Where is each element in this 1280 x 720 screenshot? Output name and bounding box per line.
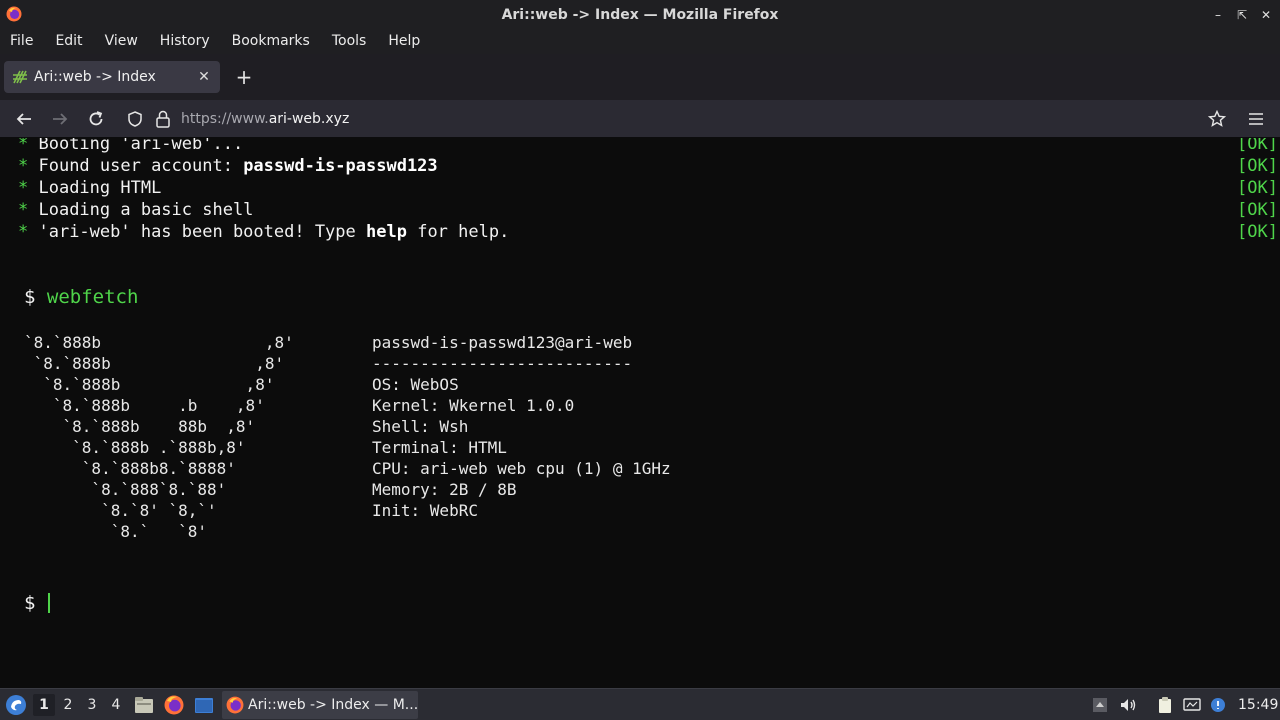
updates-icon[interactable] [1208, 694, 1228, 716]
url-bar[interactable]: https://www.ari-web.xyz [120, 104, 1240, 134]
command-line: $ webfetch [24, 284, 138, 310]
workspace-1[interactable]: 1 [33, 694, 55, 716]
tab-strip: Ari::web -> Index ✕ + [0, 54, 1280, 100]
volume-icon[interactable] [1118, 694, 1138, 716]
app-menu-button[interactable] [1244, 107, 1268, 131]
network-icon[interactable] [1182, 694, 1202, 716]
firefox-icon [226, 696, 244, 714]
forward-button[interactable] [48, 107, 72, 131]
minimize-icon[interactable]: – [1212, 8, 1224, 22]
fetch-os: OS: WebOS [372, 375, 459, 394]
ok-status: [OK] [1237, 200, 1278, 220]
shield-icon[interactable] [127, 111, 143, 127]
menu-bar: File Edit View History Bookmarks Tools H… [0, 30, 1280, 54]
fetch-shell: Shell: Wsh [372, 417, 469, 436]
workspace-2[interactable]: 2 [57, 694, 79, 716]
maximize-icon[interactable]: ⇱ [1236, 8, 1248, 22]
taskbar-window-firefox[interactable]: Ari::web -> Index — M... [222, 691, 418, 719]
menu-tools[interactable]: Tools [321, 30, 378, 54]
prompt-symbol: $ [24, 592, 36, 614]
input-prompt[interactable]: $ [24, 590, 35, 616]
boot-line: * Booting 'ari-web'... [18, 138, 244, 154]
text-cursor[interactable] [48, 593, 50, 613]
ascii-logo: `8.`888b ,8' `8.`888b ,8' `8.`888b ,8' `… [24, 333, 294, 541]
boot-line: * Found user account: passwd-is-passwd12… [18, 156, 438, 176]
menu-help[interactable]: Help [377, 30, 431, 54]
reload-icon [89, 111, 103, 126]
ok-status: [OK] [1237, 222, 1278, 242]
workspace-3[interactable]: 3 [81, 694, 103, 716]
terminal-page[interactable]: * Booting 'ari-web'... [OK] * Found user… [0, 138, 1280, 688]
new-tab-button[interactable]: + [234, 65, 254, 89]
task-title: Ari::web -> Index — M... [248, 697, 419, 713]
fetch-memory: Memory: 2B / 8B [372, 480, 517, 499]
menu-bookmarks[interactable]: Bookmarks [221, 30, 321, 54]
boot-line: * Loading a basic shell [18, 200, 254, 220]
prompt-symbol: $ [24, 286, 36, 308]
fetch-kernel: Kernel: Wkernel 1.0.0 [372, 396, 575, 415]
clipboard-icon[interactable] [1155, 694, 1175, 716]
window-title: Ari::web -> Index — Mozilla Firefox [501, 7, 779, 23]
terminal-launcher-icon[interactable] [193, 694, 215, 716]
clock[interactable]: 15:49 [1238, 689, 1278, 720]
firefox-launcher-icon[interactable] [163, 694, 185, 716]
url-text[interactable]: https://www.ari-web.xyz [181, 104, 349, 134]
hamburger-menu-icon [1249, 113, 1263, 125]
fetch-terminal: Terminal: HTML [372, 438, 507, 457]
back-arrow-icon [16, 113, 31, 125]
command-text: webfetch [46, 286, 139, 308]
site-favicon-icon [13, 70, 27, 84]
bookmark-star-icon[interactable] [1208, 110, 1226, 128]
tab-ari-web-index[interactable]: Ari::web -> Index ✕ [4, 61, 220, 93]
window-titlebar: Ari::web -> Index — Mozilla Firefox – ⇱ … [0, 0, 1280, 30]
navigation-bar: https://www.ari-web.xyz [0, 100, 1280, 138]
menu-history[interactable]: History [149, 30, 221, 54]
close-window-icon[interactable]: ✕ [1260, 8, 1272, 22]
boot-line: * 'ari-web' has been booted! Type help f… [18, 222, 510, 242]
boot-line: * Loading HTML [18, 178, 162, 198]
tab-title: Ari::web -> Index [34, 69, 156, 85]
ok-status: [OK] [1237, 138, 1278, 154]
lock-icon[interactable] [155, 110, 171, 128]
menu-view[interactable]: View [94, 30, 149, 54]
file-manager-icon[interactable] [133, 694, 155, 716]
menu-edit[interactable]: Edit [44, 30, 93, 54]
reload-button[interactable] [84, 107, 108, 131]
ok-status: [OK] [1237, 156, 1278, 176]
workspace-4[interactable]: 4 [105, 694, 127, 716]
fetch-user-host: passwd-is-passwd123@ari-web [372, 333, 633, 352]
taskbar: 1 2 3 4 Ari::web -> Index — M... 15:49 [0, 688, 1280, 720]
ok-status: [OK] [1237, 178, 1278, 198]
fetch-cpu: CPU: ari-web web cpu (1) @ 1GHz [372, 459, 671, 478]
fetch-init: Init: WebRC [372, 501, 478, 520]
forward-arrow-icon [53, 113, 68, 125]
close-tab-icon[interactable]: ✕ [196, 69, 212, 85]
start-menu-icon[interactable] [5, 694, 27, 716]
menu-file[interactable]: File [0, 30, 44, 54]
back-button[interactable] [12, 107, 36, 131]
fetch-separator: --------------------------- [372, 354, 633, 373]
tray-show-hidden-icon[interactable] [1090, 694, 1110, 716]
